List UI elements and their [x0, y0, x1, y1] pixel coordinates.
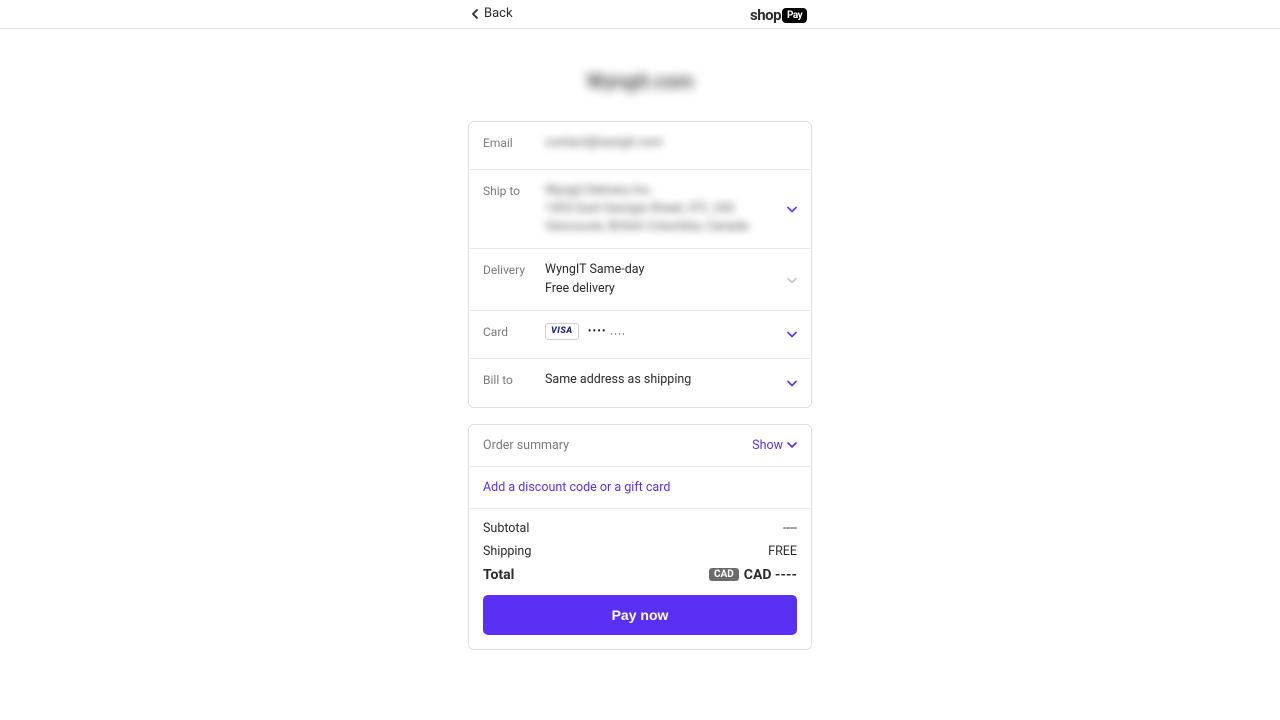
shop-pay-logo: shop Pay [750, 6, 807, 24]
back-label: Back [484, 6, 513, 21]
total-row: Total CAD CAD ---- [483, 567, 797, 583]
delivery-price: Free delivery [545, 280, 777, 298]
card-masked: •••• .... [588, 324, 626, 337]
email-label: Email [483, 134, 545, 150]
order-summary-toggle[interactable]: Show [752, 438, 797, 453]
ship-to-line2: 1453 East Georgia Street, STL 243 [545, 200, 777, 218]
chevron-down-icon [787, 440, 797, 450]
shipping-row: Shipping FREE [483, 544, 797, 559]
store-name: Wyngit.com [586, 69, 693, 93]
pay-now-button[interactable]: Pay now [483, 595, 797, 635]
currency-badge: CAD [709, 568, 739, 581]
ship-to-label: Ship to [483, 182, 545, 198]
delivery-label: Delivery [483, 261, 545, 277]
totals-section: Subtotal ---- Shipping FREE Total CADCAD… [469, 509, 811, 649]
shop-pay-badge: Pay [782, 8, 807, 23]
main-content: Wyngit.com Email contact@wyngit.com Ship… [0, 29, 1280, 650]
subtotal-label: Subtotal [483, 521, 529, 536]
back-button[interactable]: Back [470, 6, 513, 21]
chevron-left-icon [470, 8, 480, 20]
chevron-down-icon[interactable] [787, 200, 797, 219]
subtotal-row: Subtotal ---- [483, 521, 797, 536]
top-bar: Back shop Pay [0, 0, 1280, 29]
delivery-method: WyngIT Same-day [545, 261, 777, 279]
order-summary-title: Order summary [483, 438, 569, 453]
card-label: Card [483, 323, 545, 339]
shipping-value: FREE [768, 544, 797, 559]
total-value: CAD CAD ---- [709, 567, 797, 583]
ship-to-value: Wyngit Delivery Inc. 1453 East Georgia S… [545, 182, 797, 236]
ship-to-row[interactable]: Ship to Wyngit Delivery Inc. 1453 East G… [469, 170, 811, 249]
delivery-row: Delivery WyngIT Same-day Free delivery [469, 249, 811, 310]
email-row: Email contact@wyngit.com [469, 122, 811, 170]
shipping-label: Shipping [483, 544, 531, 559]
order-summary-card: Order summary Show Add a discount code o… [468, 424, 812, 650]
order-summary-header: Order summary Show [469, 425, 811, 467]
shop-pay-text: shop [750, 6, 781, 24]
chevron-down-icon[interactable] [787, 373, 797, 392]
total-amount: CAD ---- [744, 567, 797, 583]
ship-to-line1: Wyngit Delivery Inc. [545, 182, 777, 200]
delivery-value: WyngIT Same-day Free delivery [545, 261, 797, 297]
chevron-down-icon [787, 270, 797, 289]
ship-to-line3: Vancouver, British Columbia, Canada [545, 218, 777, 236]
total-label: Total [483, 567, 514, 583]
review-card: Email contact@wyngit.com Ship to Wyngit … [468, 121, 812, 408]
visa-icon: VISA [545, 323, 579, 340]
chevron-down-icon[interactable] [787, 325, 797, 344]
subtotal-value: ---- [783, 521, 797, 536]
card-value: VISA •••• .... [545, 323, 797, 341]
bill-to-value: Same address as shipping [545, 371, 797, 389]
bill-to-label: Bill to [483, 371, 545, 387]
discount-code-link[interactable]: Add a discount code or a gift card [469, 467, 811, 509]
show-label: Show [752, 438, 783, 453]
email-value: contact@wyngit.com [545, 134, 797, 152]
card-row[interactable]: Card VISA •••• .... [469, 311, 811, 359]
bill-to-row[interactable]: Bill to Same address as shipping [469, 359, 811, 407]
